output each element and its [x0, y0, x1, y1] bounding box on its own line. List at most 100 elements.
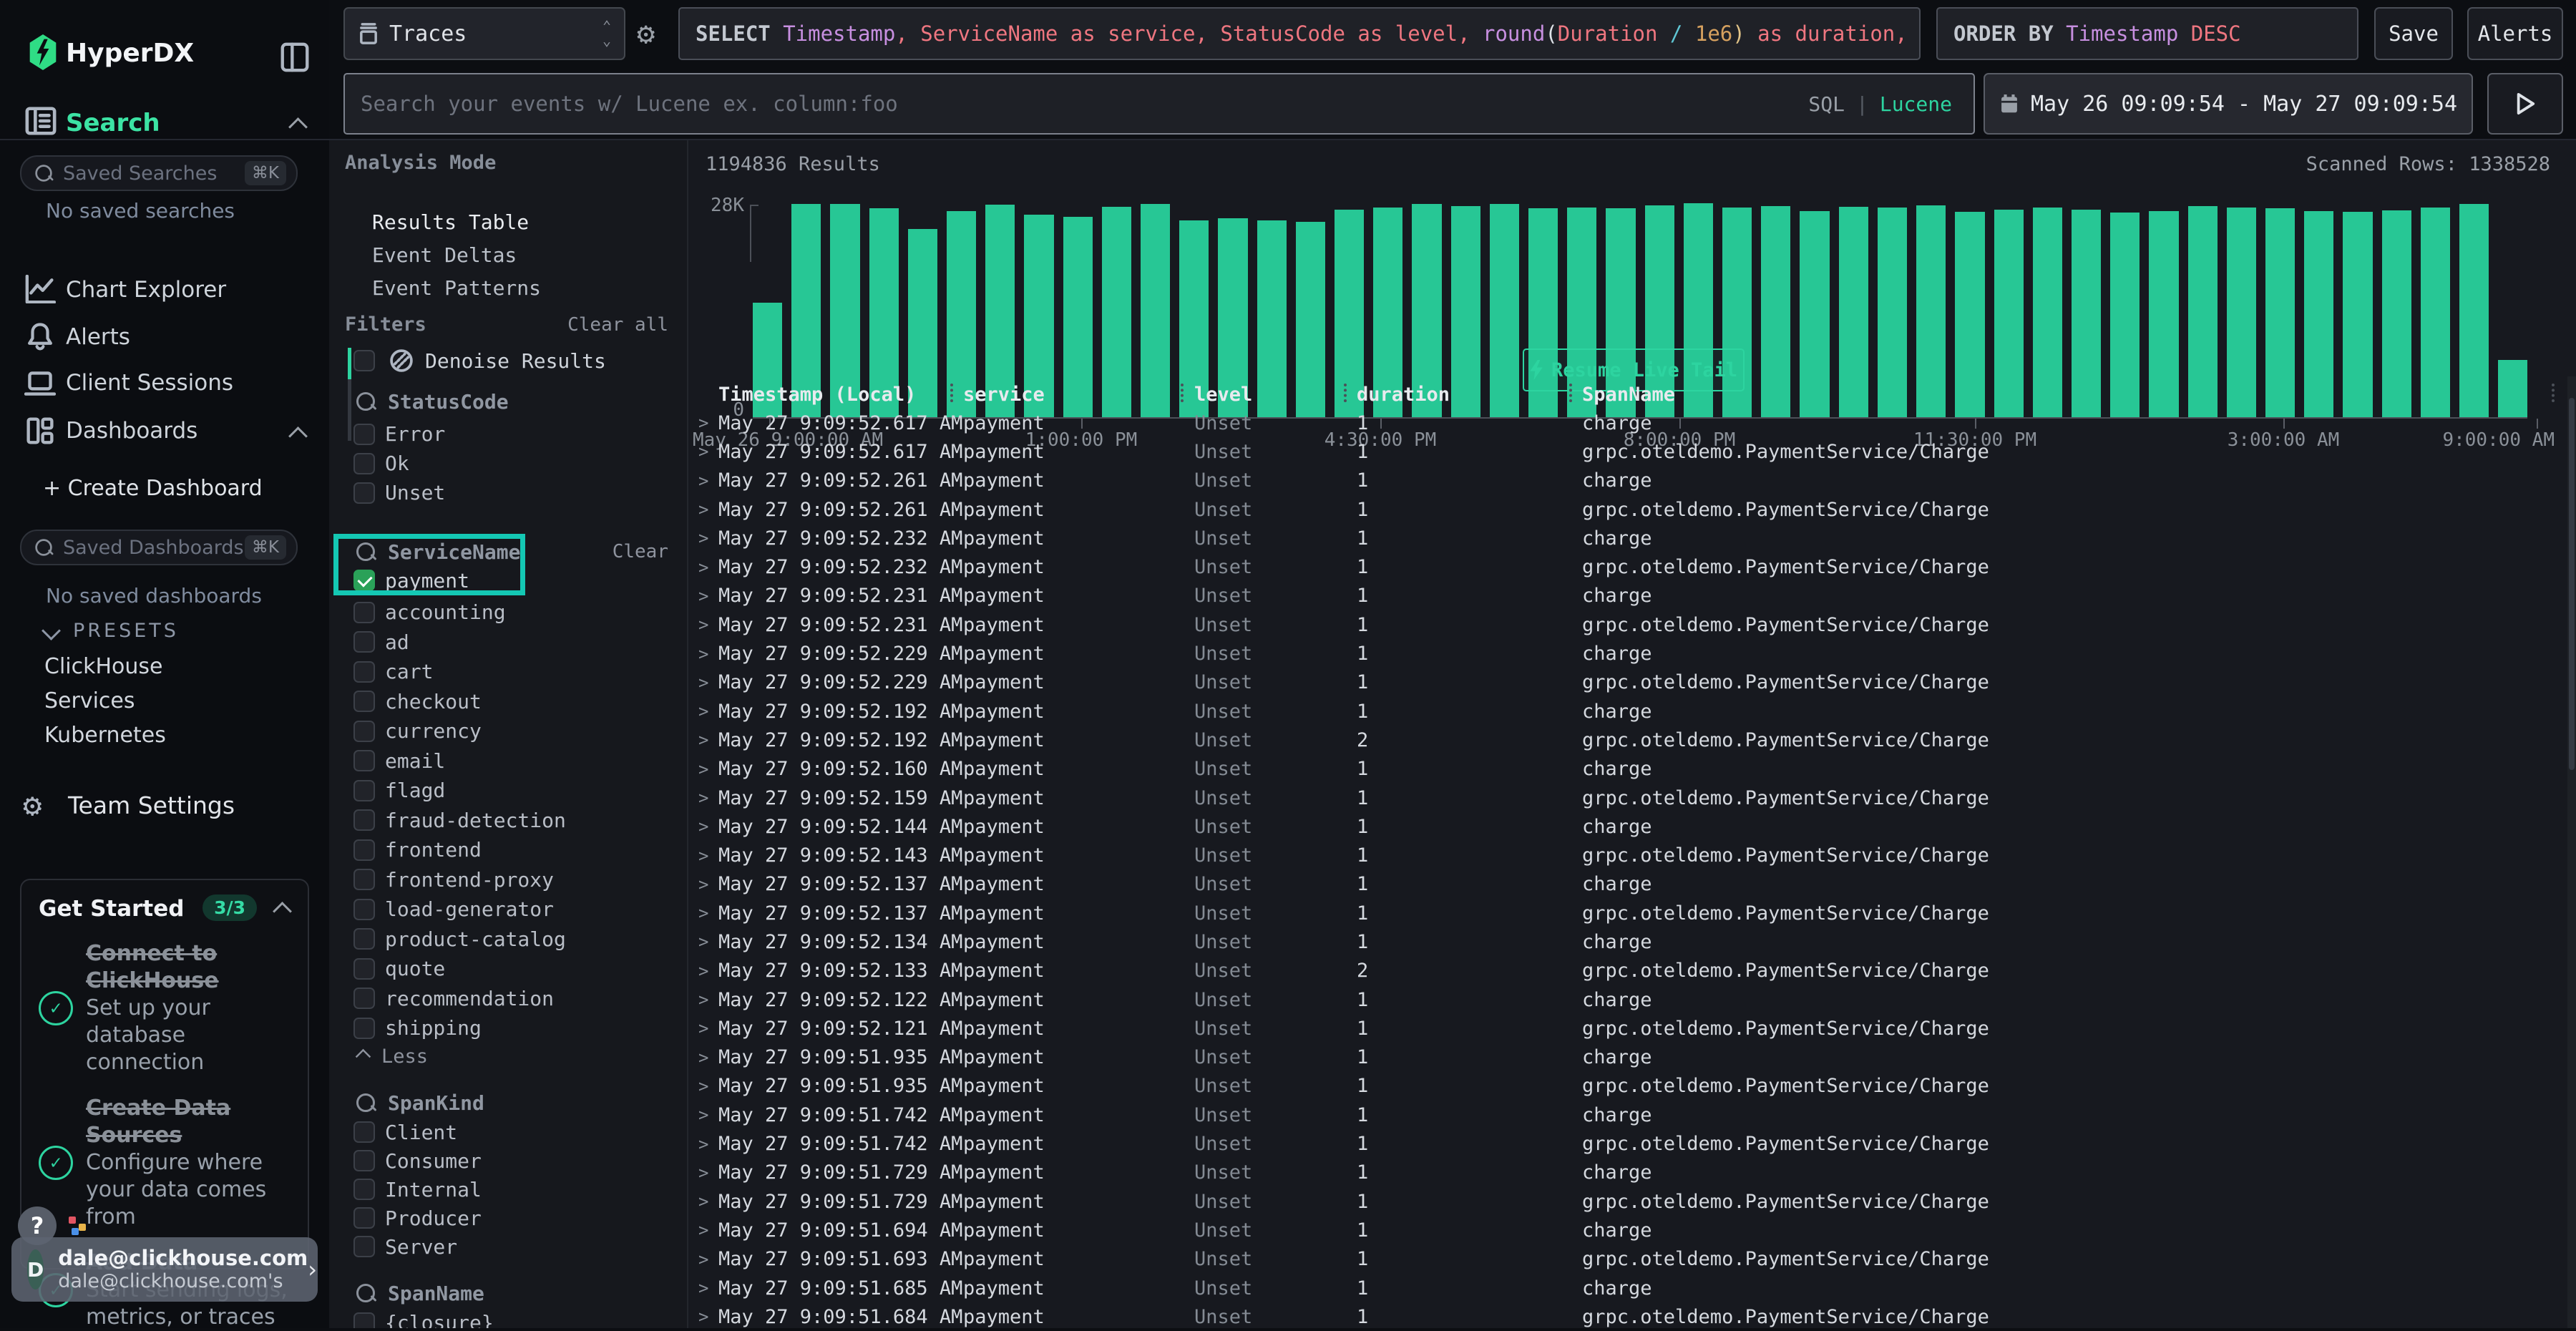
filter-item-{closure}[interactable]: {closure}: [353, 1308, 687, 1328]
col-spanname[interactable]: SpanName: [1582, 384, 2566, 406]
checkbox[interactable]: [353, 988, 375, 1009]
filter-item-Consumer[interactable]: Consumer: [353, 1146, 687, 1175]
sidebar-item-preset-services[interactable]: Services: [44, 688, 135, 713]
expand-row-icon[interactable]: >: [698, 557, 718, 577]
table-row[interactable]: >May 27 9:09:52.121 AMpaymentUnset1grpc.…: [688, 1014, 2566, 1043]
table-row[interactable]: >May 27 9:09:52.192 AMpaymentUnset2grpc.…: [688, 726, 2566, 754]
expand-row-icon[interactable]: >: [698, 816, 718, 837]
expand-row-icon[interactable]: >: [698, 499, 718, 520]
expand-row-icon[interactable]: >: [698, 673, 718, 693]
get-started-item[interactable]: ✓ Connect to ClickHouse Set up your data…: [39, 940, 291, 1076]
checkbox[interactable]: [353, 899, 375, 920]
chevron-down-icon[interactable]: [42, 621, 61, 640]
col-service[interactable]: service: [963, 384, 1194, 406]
filter-item-accounting[interactable]: accounting: [353, 598, 687, 628]
collapse-sidebar-icon[interactable]: [280, 42, 309, 73]
clear-service-link[interactable]: Clear: [613, 541, 668, 562]
alerts-button[interactable]: Alerts: [2467, 7, 2563, 60]
sidebar-item-preset-clickhouse[interactable]: ClickHouse: [44, 654, 163, 679]
mode-results-table[interactable]: Results Table: [372, 210, 529, 234]
expand-row-icon[interactable]: >: [698, 932, 718, 952]
expand-row-icon[interactable]: >: [698, 759, 718, 779]
presets-label[interactable]: PRESETS: [73, 620, 179, 642]
filter-item-Ok[interactable]: Ok: [353, 449, 687, 478]
saved-dashboards-input[interactable]: Saved Dashboards ⌘K: [20, 530, 298, 565]
table-row[interactable]: >May 27 9:09:52.122 AMpaymentUnset1charg…: [688, 985, 2566, 1014]
expand-row-icon[interactable]: >: [698, 701, 718, 721]
mode-event-deltas[interactable]: Event Deltas: [372, 243, 517, 267]
column-resize-handle[interactable]: [950, 384, 953, 402]
save-button[interactable]: Save: [2374, 7, 2453, 60]
expand-row-icon[interactable]: >: [698, 903, 718, 923]
checkbox[interactable]: [353, 1179, 375, 1200]
expand-row-icon[interactable]: >: [698, 442, 718, 462]
filter-group-header-spankind[interactable]: SpanKind: [356, 1089, 484, 1116]
checkbox[interactable]: [353, 839, 375, 861]
checkbox[interactable]: [353, 869, 375, 890]
expand-row-icon[interactable]: >: [698, 1018, 718, 1038]
col-duration[interactable]: duration: [1357, 384, 1582, 406]
expand-row-icon[interactable]: >: [698, 730, 718, 750]
table-row[interactable]: >May 27 9:09:52.617 AMpaymentUnset1grpc.…: [688, 437, 2566, 466]
table-row[interactable]: >May 27 9:09:51.684 AMpaymentUnset1grpc.…: [688, 1302, 2566, 1328]
checked-checkbox[interactable]: [353, 570, 375, 591]
filter-item-ad[interactable]: ad: [353, 628, 687, 658]
expand-row-icon[interactable]: >: [698, 413, 718, 433]
run-query-button[interactable]: [2487, 73, 2563, 135]
filter-item-Error[interactable]: Error: [353, 419, 687, 449]
column-resize-handle[interactable]: [2552, 384, 2555, 402]
expand-row-icon[interactable]: >: [698, 615, 718, 635]
checkbox[interactable]: [353, 691, 375, 712]
col-timestamp[interactable]: Timestamp (Local): [718, 384, 963, 406]
filter-item-Internal[interactable]: Internal: [353, 1175, 687, 1204]
checkbox[interactable]: [353, 453, 375, 474]
checkbox[interactable]: [353, 809, 375, 831]
expand-row-icon[interactable]: >: [698, 990, 718, 1010]
denoise-row[interactable]: Denoise Results: [353, 346, 606, 375]
expand-row-icon[interactable]: >: [698, 961, 718, 981]
filter-group-header-spanname[interactable]: SpanName: [356, 1279, 484, 1307]
sidebar-item-search[interactable]: Search: [66, 109, 160, 137]
source-select[interactable]: Traces ⌃⌃: [343, 7, 625, 60]
table-row[interactable]: >May 27 9:09:52.160 AMpaymentUnset1charg…: [688, 755, 2566, 784]
chevron-up-icon[interactable]: [273, 902, 292, 921]
scrollbar-thumb[interactable]: [2569, 398, 2575, 770]
col-level[interactable]: level: [1194, 384, 1357, 406]
gear-icon[interactable]: ⚙: [637, 16, 655, 51]
chevron-up-icon[interactable]: [288, 426, 308, 446]
filter-item-frontend[interactable]: frontend: [353, 835, 687, 865]
expand-row-icon[interactable]: >: [698, 471, 718, 491]
table-row[interactable]: >May 27 9:09:52.137 AMpaymentUnset1grpc.…: [688, 899, 2566, 927]
checkbox[interactable]: [353, 1207, 375, 1229]
table-row[interactable]: >May 27 9:09:51.693 AMpaymentUnset1grpc.…: [688, 1245, 2566, 1274]
sidebar-item-preset-kubernetes[interactable]: Kubernetes: [44, 723, 166, 748]
filter-item-frontend-proxy[interactable]: frontend-proxy: [353, 865, 687, 895]
checkbox[interactable]: [353, 1121, 375, 1143]
filter-item-email[interactable]: email: [353, 746, 687, 776]
get-started-item[interactable]: ✓ Create Data Sources Configure where yo…: [39, 1095, 291, 1231]
table-row[interactable]: >May 27 9:09:51.685 AMpaymentUnset1charg…: [688, 1274, 2566, 1302]
table-row[interactable]: >May 27 9:09:51.742 AMpaymentUnset1charg…: [688, 1101, 2566, 1129]
filter-item-flagd[interactable]: flagd: [353, 776, 687, 806]
lucene-search-input[interactable]: Search your events w/ Lucene ex. column:…: [343, 73, 1975, 135]
table-row[interactable]: >May 27 9:09:52.229 AMpaymentUnset1grpc.…: [688, 668, 2566, 697]
checkbox[interactable]: [353, 721, 375, 742]
mode-sql-toggle[interactable]: SQL: [1808, 92, 1845, 116]
table-row[interactable]: >May 27 9:09:52.144 AMpaymentUnset1charg…: [688, 812, 2566, 841]
checkbox[interactable]: [353, 1150, 375, 1171]
sql-orderby-editor[interactable]: ORDER BY Timestamp DESC: [1936, 7, 2358, 60]
table-row[interactable]: >May 27 9:09:52.261 AMpaymentUnset1grpc.…: [688, 495, 2566, 524]
checkbox[interactable]: [353, 1236, 375, 1257]
filter-item-recommendation[interactable]: recommendation: [353, 984, 687, 1014]
expand-row-icon[interactable]: >: [698, 1249, 718, 1269]
table-row[interactable]: >May 27 9:09:52.137 AMpaymentUnset1charg…: [688, 870, 2566, 899]
filter-item-Client[interactable]: Client: [353, 1118, 687, 1146]
filter-item-Producer[interactable]: Producer: [353, 1204, 687, 1232]
sidebar-item-team-settings[interactable]: Team Settings: [68, 791, 235, 819]
checkbox[interactable]: [353, 602, 375, 623]
clear-all-link[interactable]: Clear all: [567, 314, 668, 336]
expand-row-icon[interactable]: >: [698, 1105, 718, 1125]
filter-group-header-statuscode[interactable]: StatusCode: [356, 388, 509, 415]
table-row[interactable]: >May 27 9:09:51.935 AMpaymentUnset1grpc.…: [688, 1072, 2566, 1101]
table-row[interactable]: >May 27 9:09:51.935 AMpaymentUnset1charg…: [688, 1043, 2566, 1072]
